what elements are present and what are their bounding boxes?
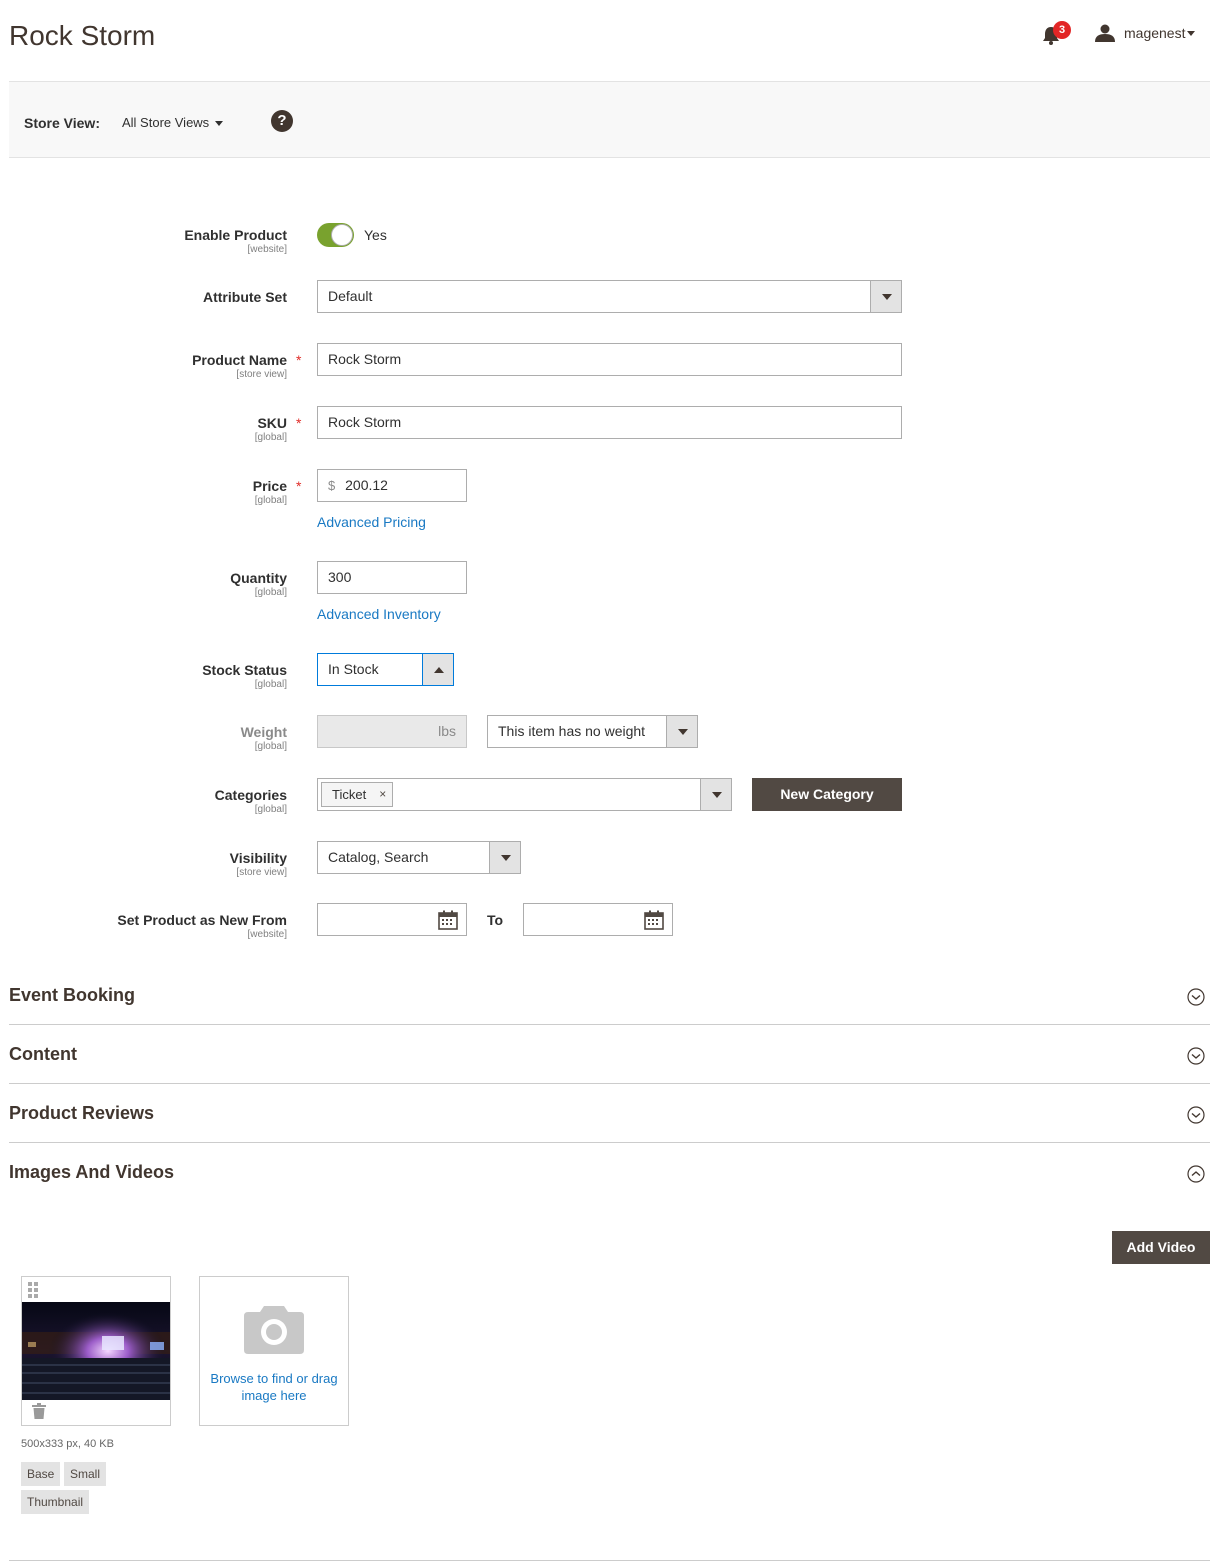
section-title[interactable]: Product Reviews — [9, 1103, 154, 1124]
image-role-badge: Thumbnail — [21, 1490, 90, 1514]
categories-label: Categories — [214, 787, 287, 803]
attribute-set-label: Attribute Set — [203, 289, 287, 305]
weight-unit: lbs — [438, 723, 456, 739]
attribute-set-value: Default — [328, 288, 373, 304]
image-upload-dropzone[interactable]: Browse to find or drag image here — [199, 1276, 349, 1426]
section-event-booking[interactable]: Event Booking — [9, 966, 1210, 1025]
drag-handle-icon[interactable] — [28, 1282, 38, 1298]
categories-multiselect[interactable]: Ticket × — [317, 778, 732, 811]
calendar-icon[interactable] — [438, 910, 458, 930]
category-tag[interactable]: Ticket × — [321, 782, 394, 807]
quantity-input[interactable]: 300 — [317, 561, 467, 594]
weight-input[interactable]: lbs — [317, 715, 467, 748]
price-label: Price — [252, 478, 287, 494]
price-input[interactable]: $ 200.12 — [317, 469, 467, 502]
quantity-scope: [global] — [254, 587, 287, 598]
chevron-up-circle-icon[interactable] — [1187, 1165, 1205, 1183]
new-from-date-input[interactable] — [317, 903, 467, 936]
stock-status-select[interactable]: In Stock — [317, 653, 454, 686]
chevron-down-icon[interactable] — [700, 779, 731, 810]
sku-input[interactable]: Rock Storm — [317, 406, 902, 439]
user-icon[interactable] — [1095, 24, 1115, 42]
weight-option-select[interactable]: This item has no weight — [487, 715, 698, 748]
page-title: Rock Storm — [9, 20, 156, 51]
help-icon[interactable]: ? — [271, 110, 293, 132]
section-content[interactable]: Content — [9, 1025, 1210, 1084]
chevron-down-icon[interactable] — [870, 281, 901, 312]
product-image-card[interactable] — [21, 1276, 171, 1426]
category-tag-label: Ticket — [332, 787, 367, 802]
enable-product-scope: [website] — [247, 244, 287, 255]
new-category-button[interactable]: New Category — [752, 778, 902, 811]
store-view-switcher[interactable]: All Store Views — [122, 115, 209, 130]
section-title[interactable]: Event Booking — [9, 985, 135, 1006]
calendar-icon[interactable] — [644, 910, 664, 930]
chevron-down-icon[interactable] — [489, 842, 520, 873]
date-to-label: To — [487, 912, 504, 928]
trash-icon[interactable] — [32, 1403, 46, 1419]
stock-status-label: Stock Status — [202, 662, 287, 678]
enable-product-toggle[interactable] — [317, 223, 354, 247]
price-scope: [global] — [254, 495, 287, 506]
notification-badge[interactable]: 3 — [1053, 21, 1071, 39]
price-value: 200.12 — [345, 477, 388, 493]
new-from-label: Set Product as New From — [117, 912, 287, 928]
chevron-down-circle-icon[interactable] — [1187, 1047, 1205, 1065]
attribute-set-select[interactable]: Default — [317, 280, 902, 313]
image-role-badge: Base — [21, 1462, 61, 1486]
add-video-button[interactable]: Add Video — [1112, 1231, 1210, 1264]
product-name-input[interactable]: Rock Storm — [317, 343, 902, 376]
new-from-scope: [website] — [247, 929, 287, 940]
new-to-date-input[interactable] — [523, 903, 673, 936]
chevron-down-icon[interactable] — [1187, 31, 1195, 36]
camera-icon[interactable] — [244, 1302, 304, 1354]
section-product-reviews[interactable]: Product Reviews — [9, 1084, 1210, 1143]
chevron-up-icon[interactable] — [422, 654, 453, 685]
required-marker: * — [296, 415, 302, 431]
sku-label: SKU — [257, 415, 287, 431]
required-marker: * — [296, 478, 302, 494]
concert-photo-thumbnail — [22, 1302, 170, 1400]
stock-status-value: In Stock — [328, 661, 379, 677]
image-role-badge: Small — [64, 1462, 107, 1486]
product-name-scope: [store view] — [236, 369, 287, 380]
chevron-down-circle-icon[interactable] — [1187, 988, 1205, 1006]
chevron-down-icon[interactable] — [666, 716, 697, 747]
store-view-label: Store View: — [24, 115, 100, 131]
section-images-videos[interactable]: Images And Videos — [9, 1143, 1210, 1202]
toggle-knob — [331, 224, 353, 246]
visibility-label: Visibility — [229, 850, 287, 866]
required-marker: * — [296, 352, 302, 368]
currency-symbol: $ — [328, 478, 336, 493]
weight-scope: [global] — [254, 741, 287, 752]
advanced-pricing-link[interactable]: Advanced Pricing — [317, 514, 426, 530]
section-title[interactable]: Content — [9, 1044, 77, 1065]
enable-product-label: Enable Product — [184, 227, 287, 243]
quantity-label: Quantity — [230, 570, 287, 586]
stock-status-scope: [global] — [254, 679, 287, 690]
store-view-bar: Store View: All Store Views ? — [9, 81, 1210, 158]
advanced-inventory-link[interactable]: Advanced Inventory — [317, 606, 441, 622]
product-name-label: Product Name — [192, 352, 287, 368]
section-title[interactable]: Images And Videos — [9, 1162, 174, 1183]
divider — [9, 1560, 1210, 1561]
sku-scope: [global] — [254, 432, 287, 443]
image-info: 500x333 px, 40 KB — [21, 1438, 114, 1450]
visibility-select[interactable]: Catalog, Search — [317, 841, 521, 874]
weight-label: Weight — [240, 724, 287, 740]
enable-product-value: Yes — [364, 227, 387, 243]
categories-scope: [global] — [254, 804, 287, 815]
weight-option-value: This item has no weight — [498, 723, 646, 739]
caret-down-icon[interactable] — [215, 121, 223, 126]
chevron-down-circle-icon[interactable] — [1187, 1106, 1205, 1124]
remove-icon[interactable]: × — [379, 783, 386, 806]
visibility-value: Catalog, Search — [328, 849, 429, 865]
upload-instructions-link[interactable]: Browse to find or drag image here — [200, 1370, 348, 1404]
visibility-scope: [store view] — [236, 867, 287, 878]
user-menu-name[interactable]: magenest — [1124, 25, 1185, 41]
